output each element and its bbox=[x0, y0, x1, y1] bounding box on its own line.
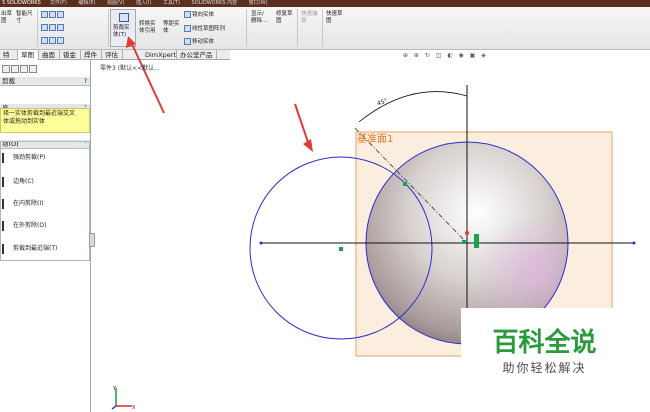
polygon-icon bbox=[57, 24, 64, 31]
panel-title-bar: 剪裁? bbox=[0, 77, 90, 86]
repair-sketch-button[interactable]: 修复草 图 bbox=[276, 11, 293, 25]
menu-window[interactable]: 窗口(W) bbox=[249, 0, 268, 6]
line-tool[interactable] bbox=[41, 11, 65, 19]
smart-dimension-button[interactable]: 智能尺 寸 bbox=[16, 11, 33, 25]
option-trim-to-closest[interactable]: 剪裁到最近端(T) bbox=[2, 239, 88, 259]
plane-label: 基准面1 bbox=[357, 134, 394, 145]
move-label: 移动实体 bbox=[192, 39, 215, 45]
circle-icon bbox=[41, 24, 48, 31]
tab-sketch[interactable]: 草图 bbox=[18, 50, 39, 60]
linear-pattern-icon bbox=[184, 25, 191, 32]
menu-bar[interactable]: 文件(F) 编辑(E) 视图(V) 插入(I) 工具(T) SOLIDWORKS… bbox=[50, 0, 278, 7]
watermark: 百科全说 助你轻松解决 bbox=[461, 308, 628, 384]
menu-insert[interactable]: 插入(I) bbox=[136, 0, 151, 6]
option-label: 在外剪除(O) bbox=[13, 222, 47, 229]
help-icon[interactable]: ? bbox=[84, 77, 87, 86]
option-trim-away-outside[interactable]: 在外剪除(O) bbox=[2, 216, 88, 236]
mirror-icon bbox=[184, 11, 191, 18]
option-label: 剪裁到最近端(T) bbox=[13, 245, 58, 252]
rapid-sketch-button[interactable]: 快速草 图 bbox=[326, 11, 343, 25]
circle-tool[interactable] bbox=[41, 24, 65, 32]
feature-tree-icon[interactable] bbox=[2, 65, 10, 73]
arc-icon bbox=[49, 24, 56, 31]
move-entities-button[interactable]: 移动实体 bbox=[184, 38, 214, 46]
menu-edit[interactable]: 编辑(E) bbox=[78, 0, 95, 6]
power-trim-icon bbox=[2, 152, 10, 163]
relation-marker[interactable] bbox=[474, 234, 479, 248]
property-manager-icon[interactable] bbox=[11, 65, 19, 73]
trim-icon bbox=[119, 13, 129, 22]
exit-sketch-button[interactable]: 出草 图 bbox=[1, 11, 12, 25]
watermark-subtitle: 助你轻松解决 bbox=[502, 361, 587, 375]
corner-trim-icon bbox=[2, 176, 10, 187]
reference-triad: Y X bbox=[111, 386, 136, 410]
tab-dimxpert[interactable]: DimXpert bbox=[142, 50, 177, 60]
relation-marker[interactable] bbox=[339, 247, 343, 251]
watermark-title: 百科全说 bbox=[492, 328, 597, 358]
menu-tools[interactable]: 工具(T) bbox=[163, 0, 180, 6]
command-tabs: 特征 草图 曲面 钣金 焊件 评估 DimXpert 办公室产品 bbox=[0, 50, 230, 69]
move-icon bbox=[184, 38, 191, 45]
origin-point[interactable] bbox=[465, 231, 469, 235]
message-text: 择一实体剪裁到最近端交叉 体或拖动到实体 bbox=[3, 110, 76, 125]
title-bar: S SOLIDWORKS 文件(F) 编辑(E) 视图(V) 插入(I) 工具(… bbox=[0, 0, 650, 7]
convert-entities-button[interactable]: 转换实 体引用 bbox=[139, 21, 156, 35]
menu-view[interactable]: 视图(V) bbox=[107, 0, 124, 6]
display-delete-relations-button[interactable]: 显示/ 删除... bbox=[251, 11, 267, 25]
tab-sheet-metal[interactable]: 钣金 bbox=[60, 50, 81, 60]
trim-entities-button[interactable]: 剪裁实 体(T) bbox=[110, 9, 136, 47]
tab-office-products[interactable]: 办公室产品 bbox=[177, 50, 217, 60]
option-label: 边角(C) bbox=[13, 178, 34, 185]
trim-closest-icon bbox=[2, 243, 10, 254]
line-endpoint-left[interactable] bbox=[259, 241, 263, 245]
ellipse-tool[interactable] bbox=[41, 37, 65, 45]
message-box: 择一实体剪裁到最近端交叉 体或拖动到实体 bbox=[0, 108, 90, 133]
menu-file[interactable]: 文件(F) bbox=[50, 0, 67, 6]
ellipse-icon bbox=[41, 37, 48, 44]
relation-marker[interactable] bbox=[462, 240, 466, 244]
mirror-label: 镜向实体 bbox=[192, 12, 215, 18]
leader-arrowhead bbox=[303, 139, 313, 152]
tab-surfaces[interactable]: 曲面 bbox=[39, 50, 60, 60]
heads-up-view-toolbar[interactable]: ⊕ ⊕ ↻ ◫ ◐ ◉ ▣ ◈ bbox=[403, 52, 488, 59]
tab-features[interactable]: 特征 bbox=[0, 50, 18, 69]
feature-tree-flyout[interactable]: 零件3 (默认<<默认... bbox=[100, 63, 160, 72]
angle-dimension-arc[interactable] bbox=[358, 91, 468, 123]
tab-weldments[interactable]: 焊件 bbox=[81, 50, 102, 60]
option-trim-away-inside[interactable]: 在内剪除(I) bbox=[2, 194, 88, 214]
line-icon bbox=[41, 11, 48, 18]
option-label: 强劲剪裁(P) bbox=[13, 154, 46, 161]
panel-title: 剪裁 bbox=[2, 77, 15, 85]
option-corner[interactable]: 边角(C) bbox=[2, 172, 88, 192]
rectangle-icon bbox=[49, 11, 56, 18]
option-power-trim[interactable]: 强劲剪裁(P) bbox=[2, 148, 88, 168]
point-icon bbox=[57, 37, 64, 44]
tab-evaluate[interactable]: 评估 bbox=[102, 50, 123, 60]
offset-entities-button[interactable]: 等距实 体 bbox=[163, 21, 180, 35]
line-endpoint-right[interactable] bbox=[632, 241, 636, 245]
configuration-icon[interactable] bbox=[20, 65, 28, 73]
manager-tabs bbox=[2, 65, 38, 74]
svg-text:X: X bbox=[132, 405, 136, 410]
appearance-icon[interactable] bbox=[29, 65, 37, 73]
linear-pattern-label: 线性草图阵列 bbox=[192, 26, 226, 32]
spline-icon bbox=[49, 37, 56, 44]
linear-pattern-button[interactable]: 线性草图阵列 bbox=[184, 25, 225, 33]
app-logo: S SOLIDWORKS bbox=[2, 0, 41, 6]
slot-icon bbox=[57, 11, 64, 18]
mirror-button[interactable]: 镜向实体 bbox=[184, 11, 214, 19]
quick-snaps-button[interactable]: 快速捕 捉 bbox=[301, 11, 318, 25]
command-manager: 出草 图 智能尺 寸 剪裁实 体(T) 转换实 体引用 等距实 体 镜向实体 线… bbox=[0, 7, 650, 50]
trim-outside-icon bbox=[2, 220, 10, 231]
option-label: 在内剪除(I) bbox=[13, 200, 44, 207]
trim-label: 剪裁实 体(T) bbox=[113, 25, 130, 38]
trim-inside-icon bbox=[2, 198, 10, 209]
relation-marker[interactable] bbox=[403, 182, 407, 186]
menu-content[interactable]: SOLIDWORKS 内容 bbox=[192, 0, 238, 6]
